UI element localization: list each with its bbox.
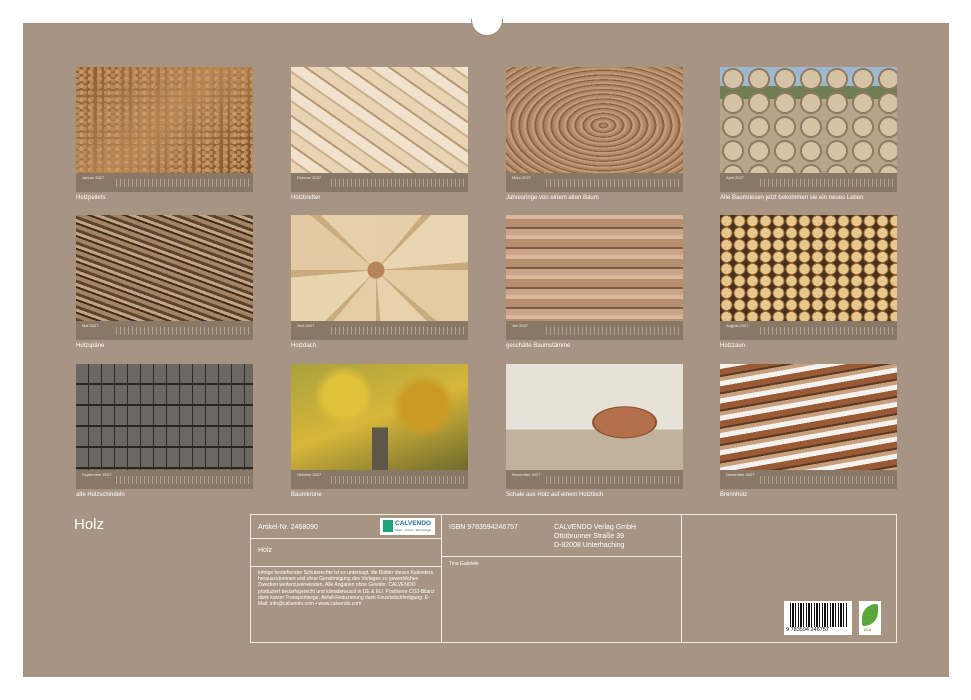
divider [251,566,441,567]
calendar-strip: August 2027 [720,321,897,340]
calendar-strip: November 2027 [506,470,683,489]
month-label: Juli 2027 [512,323,529,328]
month-label: November 2027 [512,472,541,477]
photo-caption: Holzdach [291,343,317,349]
photo-wood-pellets [76,67,253,173]
month-label: Dezember 2027 [726,472,755,477]
calendar-strip: September 2027 [76,470,253,489]
photo-caption: Baumkrone [291,492,322,498]
calendar-strip: Februar 2027 [291,173,468,192]
photo-firewood [720,364,897,470]
day-grid [546,327,679,335]
month-label: März 2027 [512,175,531,180]
photo-caption: Alte Baumriesen jetzt bekommen sie ein n… [720,195,864,201]
photo-wooden-bowl [506,364,683,470]
photo-tree-crown [291,364,468,470]
photo-caption: Holzpellets [76,195,106,201]
day-grid [760,179,893,187]
day-grid [546,476,679,484]
month-label: Oktober 2027 [297,472,322,477]
month-label: Januar 2027 [82,175,105,180]
divider [681,515,682,642]
calvendo-logo-mark [383,520,393,532]
calendar-strip: Oktober 2027 [291,470,468,489]
photo-caption: Holzzaun [720,343,746,349]
divider [441,515,442,642]
photo-caption: Holzspäne [76,343,105,349]
day-grid [331,327,464,335]
day-grid [116,179,249,187]
calvendo-logo: CALVENDO Natur · Kunst · Technologie [380,518,435,535]
calendar-strip: Juli 2027 [506,321,683,340]
photo-caption: Brennholz [720,492,748,498]
calendar-strip: Januar 2027 [76,173,253,192]
month-label: Februar 2027 [297,175,322,180]
day-grid [116,327,249,335]
calvendo-logo-name: CALVENDO [395,520,431,527]
calendar-strip: Juni 2027 [291,321,468,340]
month-label: Juni 2027 [297,323,315,328]
photo-log-pile [720,67,897,173]
photo-caption: geschälte Baumstämme [506,343,571,349]
photo-caption: Schale aus Holz auf einem Holztisch [506,492,604,498]
calendar-strip: Mai 2027 [76,321,253,340]
barcode-number: 9 783594 246757 [786,627,829,633]
divider [251,538,441,539]
day-grid [331,179,464,187]
product-title: Holz [258,547,273,554]
publisher-street: Ottobrunner Straße 39 [554,533,625,540]
article-number: Artikel-Nr. 2468090 [258,524,318,531]
photo-wood-boards [291,67,468,173]
legal-text: Infolge bestehender Schutzrechte ist es … [258,570,435,608]
photo-wood-chips [76,215,253,321]
month-label: Mai 2027 [82,323,99,328]
photo-wood-fence [720,215,897,321]
day-grid [760,476,893,484]
photo-caption: Holzbretter [291,195,321,201]
photo-wooden-roof [291,215,468,321]
leaf-icon [862,604,878,626]
isbn-barcode: 9 783594 246757 [784,601,852,635]
calendar-title: Holz [74,516,105,533]
calvendo-logo-tagline: Natur · Kunst · Technologie [395,528,432,532]
calendar-strip: April 2027 [720,173,897,192]
publisher-city: D-82008 Unterhaching [554,542,625,549]
info-panel: Artikel-Nr. 2468090 CALVENDO Natur · Kun… [250,514,897,643]
eco-badge: eco [859,601,881,635]
photo-wooden-shingles [76,364,253,470]
day-grid [760,327,893,335]
calendar-strip: Dezember 2027 [720,470,897,489]
divider [441,556,681,557]
day-grid [116,476,249,484]
month-label: April 2027 [726,175,745,180]
photo-caption: Jahresringe von einem alten Baum [506,195,599,201]
photo-peeled-logs [506,215,683,321]
isbn: ISBN 9783594246757 [449,524,518,531]
author-name: Tina Gabriele [449,561,479,567]
month-label: August 2027 [726,323,749,328]
day-grid [331,476,464,484]
calendar-strip: März 2027 [506,173,683,192]
month-label: September 2027 [82,472,112,477]
publisher-name: CALVENDO Verlag GmbH [554,524,636,531]
photo-caption: alte Holzschindeln [76,492,125,498]
barcode-bars [790,603,848,627]
day-grid [546,179,679,187]
photo-tree-rings [506,67,683,173]
eco-label: eco [864,627,872,632]
